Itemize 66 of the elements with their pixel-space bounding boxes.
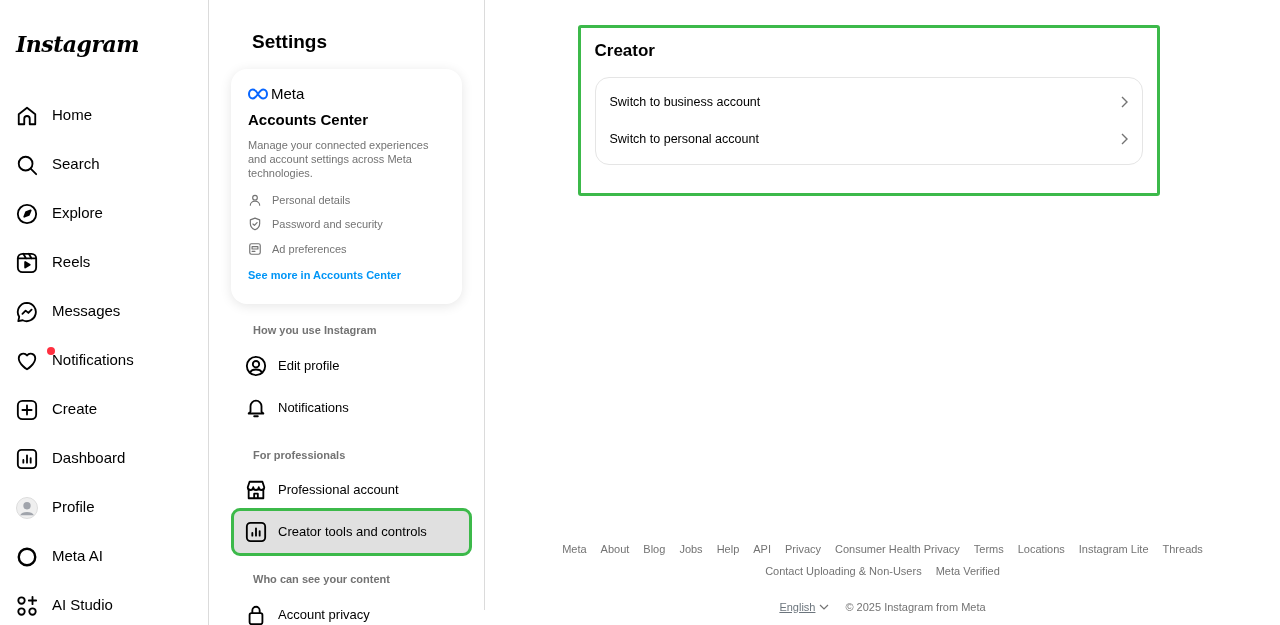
- footer-link[interactable]: Meta: [562, 540, 587, 557]
- footer-link[interactable]: Terms: [973, 540, 1004, 557]
- accounts-center-item: Password and security: [272, 217, 383, 232]
- footer-link[interactable]: About: [600, 540, 630, 557]
- sparkle-shapes-icon: [16, 594, 38, 617]
- settings-item[interactable]: Creator tools and controls: [234, 511, 469, 553]
- chevron-right-icon: [1119, 96, 1128, 108]
- chevron-down-icon: [819, 603, 830, 610]
- settings-item[interactable]: Edit profile: [234, 344, 469, 387]
- chat-bubble-icon: [16, 300, 38, 323]
- person-circle-icon: [245, 354, 267, 377]
- chevron-right-icon: [1119, 133, 1128, 145]
- option-row[interactable]: Switch to personal account: [595, 120, 1142, 158]
- language-selector[interactable]: English: [779, 598, 830, 615]
- storefront-icon: [245, 479, 267, 501]
- nav-item[interactable]: AI Studio: [16, 581, 196, 625]
- shield-check-icon: [248, 217, 262, 232]
- avatar-icon: [16, 496, 38, 519]
- option-row[interactable]: Switch to business account: [595, 83, 1142, 121]
- nav-item[interactable]: Home: [16, 91, 196, 140]
- footer-link[interactable]: API: [753, 540, 771, 557]
- card-description: Manage your connected experiences and account settings across Meta technologies.: [248, 137, 430, 180]
- section-heading: Who can see your content: [253, 572, 391, 587]
- plus-square-icon: [16, 398, 38, 421]
- nav-item[interactable]: Search: [16, 140, 196, 189]
- nav-item[interactable]: Meta AI: [16, 532, 196, 581]
- footer-link[interactable]: Jobs: [679, 540, 703, 557]
- footer-link[interactable]: Meta Verified: [935, 563, 1000, 580]
- accounts-center-item: Personal details: [272, 192, 351, 208]
- section-title: Creator: [594, 40, 656, 62]
- settings-item[interactable]: Account privacy: [234, 593, 469, 625]
- person-icon: [248, 192, 262, 207]
- copyright: © 2025 Instagram from Meta: [845, 599, 986, 615]
- video-play-icon: [16, 251, 38, 274]
- search-icon: [16, 153, 38, 176]
- footer-link[interactable]: Blog: [643, 540, 666, 557]
- settings-item[interactable]: Professional account: [234, 469, 469, 511]
- card-lines-icon: [248, 241, 262, 256]
- footer-link[interactable]: Consumer Health Privacy: [835, 540, 960, 557]
- nav-item[interactable]: Create: [16, 385, 196, 434]
- logo: Instagram: [16, 30, 140, 59]
- nav-item[interactable]: Messages: [16, 287, 196, 336]
- footer-link[interactable]: Help: [716, 540, 740, 557]
- infinity-icon: [248, 87, 268, 100]
- compass-icon: [16, 202, 38, 225]
- footer-link[interactable]: Instagram Lite: [1078, 540, 1149, 557]
- nav-item[interactable]: Reels: [16, 238, 196, 287]
- meta-wordmark: Meta: [271, 83, 305, 104]
- nav-item[interactable]: Notifications: [16, 336, 196, 385]
- accounts-center-item: Ad preferences: [272, 241, 347, 257]
- bar-chart-icon: [16, 447, 38, 470]
- footer-link[interactable]: Threads: [1162, 540, 1203, 557]
- bar-chart-icon: [245, 521, 267, 543]
- footer-link[interactable]: Privacy: [785, 540, 822, 557]
- footer-link[interactable]: Contact Uploading & Non-Users: [765, 563, 922, 580]
- section-heading: How you use Instagram: [253, 323, 378, 338]
- nav-item[interactable]: Explore: [16, 189, 196, 238]
- settings-item[interactable]: Notifications: [234, 386, 469, 429]
- section-heading: For professionals: [253, 447, 347, 463]
- home-icon: [16, 104, 38, 127]
- nav-item[interactable]: Profile: [16, 483, 196, 532]
- card-title: Accounts Center: [248, 110, 370, 130]
- ring-icon: [16, 545, 38, 568]
- nav-item[interactable]: Dashboard: [16, 434, 196, 483]
- footer-link[interactable]: Locations: [1017, 540, 1065, 557]
- settings-title: Settings: [252, 30, 328, 54]
